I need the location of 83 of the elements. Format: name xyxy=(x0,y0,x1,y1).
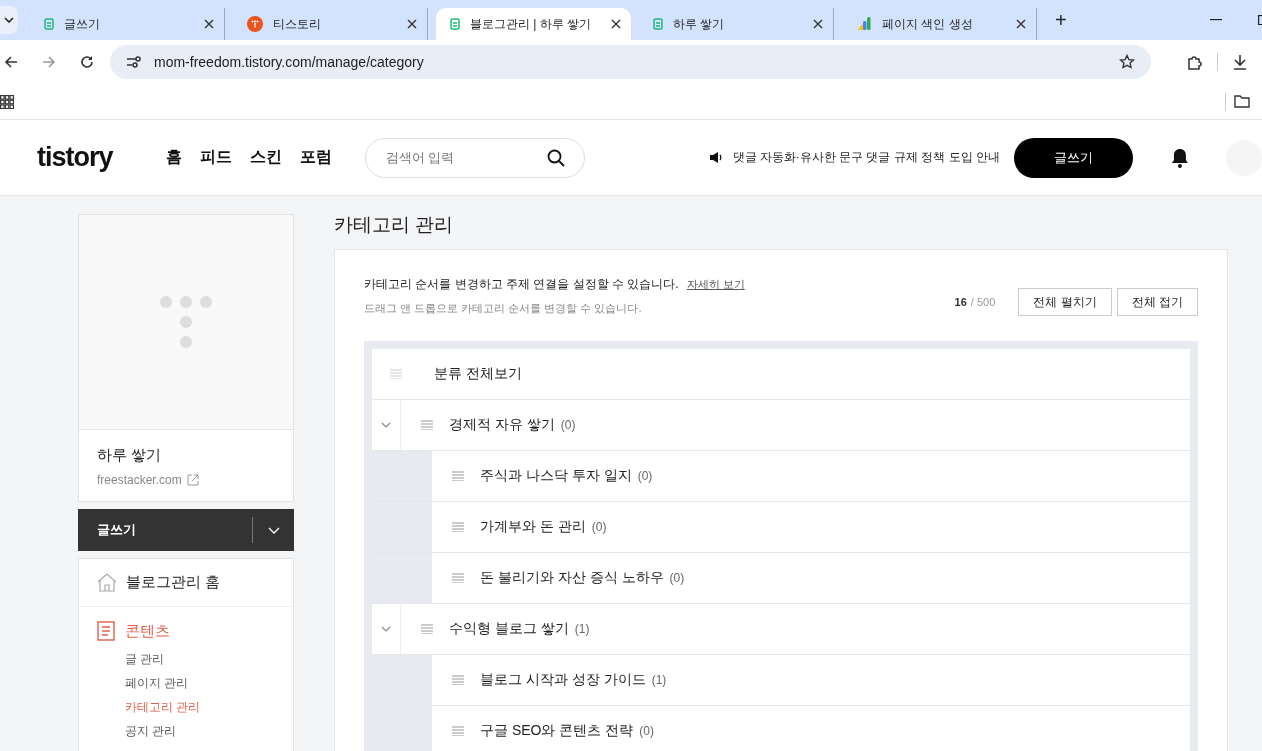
description-text: 카테고리 순서를 변경하고 주제 연결을 설정할 수 있습니다. xyxy=(364,276,679,293)
browser-tab[interactable]: 블로그관리 | 하루 쌓기 xyxy=(436,8,631,40)
menu-item[interactable]: 페이지 관리 xyxy=(97,671,275,695)
menu-item[interactable]: 글 관리 xyxy=(97,647,275,671)
menu-link[interactable]: 블로그관리 홈 xyxy=(126,573,221,592)
drag-handle-icon[interactable] xyxy=(452,471,464,481)
drag-handle-icon[interactable] xyxy=(452,573,464,583)
drag-handle-icon[interactable] xyxy=(421,420,433,430)
nav-link[interactable]: 포럼 xyxy=(300,147,332,168)
close-icon[interactable] xyxy=(1016,19,1026,29)
back-icon[interactable] xyxy=(4,55,18,69)
category-name[interactable]: 경제적 자유 쌓기 xyxy=(449,416,555,434)
menu-section[interactable]: 콘텐츠 xyxy=(125,621,170,641)
write-button[interactable]: 글쓰기 xyxy=(1014,137,1134,178)
notice-link[interactable]: 댓글 자동화·유사한 문구 댓글 규제 정책 도입 안내 xyxy=(732,149,1000,166)
post-count: (0) xyxy=(591,520,607,534)
home-icon xyxy=(97,573,117,592)
post-count: (0) xyxy=(639,724,654,738)
apps-grid-icon[interactable] xyxy=(0,94,14,109)
post-count: (1) xyxy=(651,673,667,687)
hint-text: 드래그 앤 드롭으로 카테고리 순서를 변경할 수 있습니다. xyxy=(364,301,643,316)
chevron-down-icon xyxy=(381,422,391,428)
tistory-logo[interactable]: tistory xyxy=(37,142,166,173)
post-count: (1) xyxy=(574,622,590,636)
document-icon xyxy=(97,621,115,641)
close-icon[interactable] xyxy=(611,19,621,29)
post-count: (0) xyxy=(669,571,685,585)
post-count: (0) xyxy=(560,418,576,432)
site-settings-icon[interactable] xyxy=(126,55,142,69)
drag-handle-icon[interactable] xyxy=(390,369,402,379)
category-name[interactable]: 가계부와 돈 관리 xyxy=(480,518,586,536)
close-icon[interactable] xyxy=(813,19,823,29)
category-count: 16 xyxy=(954,296,967,308)
category-name[interactable]: 블로그 시작과 성장 가이드 xyxy=(480,671,646,689)
chevron-down-icon xyxy=(4,17,14,23)
bell-icon[interactable] xyxy=(1171,147,1190,168)
category-name[interactable]: 주식과 나스닥 투자 일지 xyxy=(480,467,632,485)
page-icon xyxy=(653,18,663,30)
drag-handle-icon[interactable] xyxy=(421,624,433,634)
reload-icon[interactable] xyxy=(80,55,94,69)
tree-action-button[interactable]: 전체 접기 xyxy=(1116,288,1198,316)
category-limit: / 500 xyxy=(970,296,996,308)
category-name[interactable]: 분류 전체보기 xyxy=(434,365,522,383)
category-name[interactable]: 돈 불리기와 자산 증식 노하우 xyxy=(480,569,664,587)
nav-link[interactable]: 홈 xyxy=(166,147,182,168)
category-name[interactable]: 구글 SEO와 콘텐츠 전략 xyxy=(480,722,634,740)
chevron-down-icon xyxy=(267,526,280,534)
search-icon[interactable] xyxy=(546,148,565,167)
close-icon[interactable] xyxy=(407,19,417,29)
address-bar[interactable]: mom-freedom.tistory.com/manage/category xyxy=(110,45,1151,79)
drag-handle-icon[interactable] xyxy=(452,726,464,736)
page-icon xyxy=(450,18,460,30)
blog-name: 하루 쌓기 xyxy=(97,446,163,465)
forward-icon[interactable] xyxy=(42,55,56,69)
puzzle-icon[interactable] xyxy=(1187,54,1203,70)
category-name[interactable]: 수익형 블로그 쌓기 xyxy=(449,620,569,638)
star-icon[interactable] xyxy=(1119,54,1135,70)
url-text: mom-freedom.tistory.com/manage/category xyxy=(154,54,425,70)
nav-link[interactable]: 피드 xyxy=(200,147,232,168)
tistory-icon xyxy=(247,16,263,32)
page-icon xyxy=(44,18,54,30)
close-icon[interactable] xyxy=(204,19,214,29)
bar-chart-icon xyxy=(856,16,872,32)
drag-handle-icon[interactable] xyxy=(452,522,464,532)
page-title: 카테고리 관리 xyxy=(334,213,455,237)
blog-domain-link[interactable]: freestacker.com xyxy=(97,473,182,487)
new-tab-button[interactable]: + xyxy=(1051,8,1071,32)
tree-action-button[interactable]: 전체 펼치기 xyxy=(1018,288,1112,316)
post-count: (0) xyxy=(637,469,653,483)
nav-link[interactable]: 스킨 xyxy=(250,147,282,168)
minimize-icon[interactable] xyxy=(1210,19,1222,21)
search-field[interactable]: 검색어 입력 xyxy=(364,137,585,178)
folder-icon[interactable] xyxy=(1234,95,1250,108)
speaker-icon xyxy=(708,151,723,164)
tistory-placeholder-icon xyxy=(160,296,212,348)
menu-item[interactable]: 공지 관리 xyxy=(97,719,275,743)
tab-search-button[interactable] xyxy=(0,6,18,34)
chevron-down-icon xyxy=(381,626,391,632)
help-link[interactable]: 자세히 보기 xyxy=(686,277,745,292)
external-link-icon[interactable] xyxy=(186,474,199,486)
drag-handle-icon[interactable] xyxy=(452,675,464,685)
menu-item[interactable]: 카테고리 관리 xyxy=(97,695,275,719)
download-icon[interactable] xyxy=(1232,54,1248,70)
